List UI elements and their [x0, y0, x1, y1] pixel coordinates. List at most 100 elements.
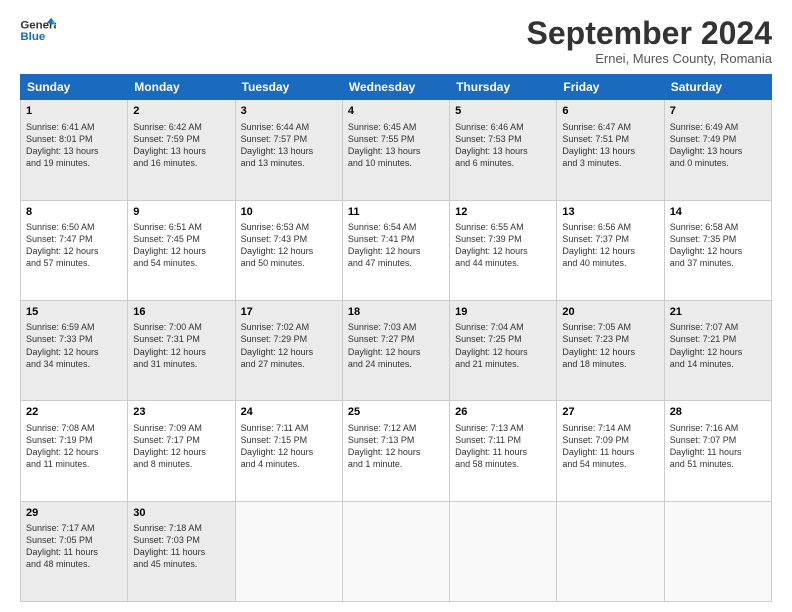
day-info: Sunrise: 7:05 AMSunset: 7:23 PMDaylight:…	[562, 321, 658, 370]
header: General Blue September 2024 Ernei, Mures…	[20, 16, 772, 66]
day-number: 20	[562, 305, 658, 320]
day-info: Sunrise: 6:49 AMSunset: 7:49 PMDaylight:…	[670, 121, 766, 170]
day-number: 14	[670, 205, 766, 220]
day-info: Sunrise: 7:02 AMSunset: 7:29 PMDaylight:…	[241, 321, 337, 370]
col-sunday: Sunday	[21, 75, 128, 100]
day-info: Sunrise: 6:54 AMSunset: 7:41 PMDaylight:…	[348, 221, 444, 270]
day-cell-1-5: 5Sunrise: 6:46 AMSunset: 7:53 PMDaylight…	[450, 100, 557, 200]
day-cell-2-3: 10Sunrise: 6:53 AMSunset: 7:43 PMDayligh…	[235, 200, 342, 300]
day-cell-1-1: 1Sunrise: 6:41 AMSunset: 8:01 PMDaylight…	[21, 100, 128, 200]
subtitle: Ernei, Mures County, Romania	[527, 51, 772, 66]
day-info: Sunrise: 7:04 AMSunset: 7:25 PMDaylight:…	[455, 321, 551, 370]
day-cell-3-6: 20Sunrise: 7:05 AMSunset: 7:23 PMDayligh…	[557, 300, 664, 400]
day-number: 27	[562, 405, 658, 420]
day-cell-3-1: 15Sunrise: 6:59 AMSunset: 7:33 PMDayligh…	[21, 300, 128, 400]
day-number: 17	[241, 305, 337, 320]
day-cell-4-6: 27 Sunrise: 7:14 AMSunset: 7:09 PMDayligh…	[557, 401, 664, 501]
day-cell-5-2: 30Sunrise: 7:18 AMSunset: 7:03 PMDayligh…	[128, 501, 235, 601]
page: General Blue September 2024 Ernei, Mures…	[0, 0, 792, 612]
day-cell-4-5: 26 Sunrise: 7:13 AMSunset: 7:11 PMDayligh…	[450, 401, 557, 501]
day-cell-2-5: 12Sunrise: 6:55 AMSunset: 7:39 PMDayligh…	[450, 200, 557, 300]
day-info: Sunrise: 6:51 AMSunset: 7:45 PMDaylight:…	[133, 221, 229, 270]
day-cell-5-1: 29Sunrise: 7:17 AMSunset: 7:05 PMDayligh…	[21, 501, 128, 601]
day-cell-2-4: 11Sunrise: 6:54 AMSunset: 7:41 PMDayligh…	[342, 200, 449, 300]
day-number: 2	[133, 104, 229, 119]
day-number: 7	[670, 104, 766, 119]
day-number: 16	[133, 305, 229, 320]
col-saturday: Saturday	[664, 75, 771, 100]
day-number: 21	[670, 305, 766, 320]
day-info: Sunrise: 6:42 AMSunset: 7:59 PMDaylight:…	[133, 121, 229, 170]
day-cell-1-7: 7 Sunrise: 6:49 AMSunset: 7:49 PMDaylight…	[664, 100, 771, 200]
day-info: Sunrise: 6:59 AMSunset: 7:33 PMDaylight:…	[26, 321, 122, 370]
day-cell-2-6: 13Sunrise: 6:56 AMSunset: 7:37 PMDayligh…	[557, 200, 664, 300]
day-number: 11	[348, 205, 444, 220]
week-row-1: 1Sunrise: 6:41 AMSunset: 8:01 PMDaylight…	[21, 100, 772, 200]
day-cell-3-2: 16Sunrise: 7:00 AMSunset: 7:31 PMDayligh…	[128, 300, 235, 400]
day-number: 4	[348, 104, 444, 119]
col-monday: Monday	[128, 75, 235, 100]
day-cell-5-6	[557, 501, 664, 601]
day-info: Sunrise: 6:50 AMSunset: 7:47 PMDaylight:…	[26, 221, 122, 270]
day-info: Sunrise: 7:18 AMSunset: 7:03 PMDaylight:…	[133, 522, 229, 571]
col-friday: Friday	[557, 75, 664, 100]
day-number: 24	[241, 405, 337, 420]
day-number: 9	[133, 205, 229, 220]
header-row: Sunday Monday Tuesday Wednesday Thursday…	[21, 75, 772, 100]
day-number: 3	[241, 104, 337, 119]
day-cell-4-3: 24 Sunrise: 7:11 AMSunset: 7:15 PMDayligh…	[235, 401, 342, 501]
day-info: Sunrise: 6:56 AMSunset: 7:37 PMDaylight:…	[562, 221, 658, 270]
day-info: Sunrise: 6:45 AMSunset: 7:55 PMDaylight:…	[348, 121, 444, 170]
col-thursday: Thursday	[450, 75, 557, 100]
calendar-table: Sunday Monday Tuesday Wednesday Thursday…	[20, 74, 772, 602]
day-info: Sunrise: 7:09 AMSunset: 7:17 PMDaylight:…	[133, 422, 229, 471]
logo-icon: General Blue	[20, 16, 56, 46]
day-number: 26	[455, 405, 551, 420]
calendar-header: Sunday Monday Tuesday Wednesday Thursday…	[21, 75, 772, 100]
day-cell-4-2: 23Sunrise: 7:09 AMSunset: 7:17 PMDayligh…	[128, 401, 235, 501]
day-number: 10	[241, 205, 337, 220]
week-row-4: 22 Sunrise: 7:08 AMSunset: 7:19 PMDayligh…	[21, 401, 772, 501]
day-number: 5	[455, 104, 551, 119]
calendar-body: 1Sunrise: 6:41 AMSunset: 8:01 PMDaylight…	[21, 100, 772, 602]
day-cell-5-4	[342, 501, 449, 601]
day-number: 25	[348, 405, 444, 420]
day-number: 22	[26, 405, 122, 420]
day-info: Sunrise: 6:41 AMSunset: 8:01 PMDaylight:…	[26, 121, 122, 170]
col-tuesday: Tuesday	[235, 75, 342, 100]
day-info: Sunrise: 6:53 AMSunset: 7:43 PMDaylight:…	[241, 221, 337, 270]
day-info: Sunrise: 6:44 AMSunset: 7:57 PMDaylight:…	[241, 121, 337, 170]
day-cell-2-2: 9Sunrise: 6:51 AMSunset: 7:45 PMDaylight…	[128, 200, 235, 300]
day-cell-5-5	[450, 501, 557, 601]
day-number: 19	[455, 305, 551, 320]
day-info: Sunrise: 7:14 AMSunset: 7:09 PMDaylight:…	[562, 422, 658, 471]
day-number: 15	[26, 305, 122, 320]
day-cell-4-1: 22 Sunrise: 7:08 AMSunset: 7:19 PMDayligh…	[21, 401, 128, 501]
day-cell-3-5: 19Sunrise: 7:04 AMSunset: 7:25 PMDayligh…	[450, 300, 557, 400]
day-cell-5-3	[235, 501, 342, 601]
week-row-2: 8Sunrise: 6:50 AMSunset: 7:47 PMDaylight…	[21, 200, 772, 300]
day-cell-2-7: 14Sunrise: 6:58 AMSunset: 7:35 PMDayligh…	[664, 200, 771, 300]
month-title: September 2024	[527, 16, 772, 51]
day-info: Sunrise: 7:17 AMSunset: 7:05 PMDaylight:…	[26, 522, 122, 571]
title-block: September 2024 Ernei, Mures County, Roma…	[527, 16, 772, 66]
day-cell-3-7: 21Sunrise: 7:07 AMSunset: 7:21 PMDayligh…	[664, 300, 771, 400]
day-info: Sunrise: 7:08 AMSunset: 7:19 PMDaylight:…	[26, 422, 122, 471]
day-info: Sunrise: 6:47 AMSunset: 7:51 PMDaylight:…	[562, 121, 658, 170]
day-info: Sunrise: 7:07 AMSunset: 7:21 PMDaylight:…	[670, 321, 766, 370]
day-number: 18	[348, 305, 444, 320]
day-info: Sunrise: 7:16 AMSunset: 7:07 PMDaylight:…	[670, 422, 766, 471]
day-cell-4-7: 28Sunrise: 7:16 AMSunset: 7:07 PMDayligh…	[664, 401, 771, 501]
day-cell-3-3: 17Sunrise: 7:02 AMSunset: 7:29 PMDayligh…	[235, 300, 342, 400]
day-info: Sunrise: 7:11 AMSunset: 7:15 PMDaylight:…	[241, 422, 337, 471]
day-info: Sunrise: 7:13 AMSunset: 7:11 PMDaylight:…	[455, 422, 551, 471]
day-cell-1-6: 6Sunrise: 6:47 AMSunset: 7:51 PMDaylight…	[557, 100, 664, 200]
week-row-5: 29Sunrise: 7:17 AMSunset: 7:05 PMDayligh…	[21, 501, 772, 601]
day-cell-1-2: 2 Sunrise: 6:42 AMSunset: 7:59 PMDaylight…	[128, 100, 235, 200]
day-info: Sunrise: 6:58 AMSunset: 7:35 PMDaylight:…	[670, 221, 766, 270]
day-info: Sunrise: 7:00 AMSunset: 7:31 PMDaylight:…	[133, 321, 229, 370]
day-cell-1-4: 4 Sunrise: 6:45 AMSunset: 7:55 PMDaylight…	[342, 100, 449, 200]
day-cell-4-4: 25Sunrise: 7:12 AMSunset: 7:13 PMDayligh…	[342, 401, 449, 501]
day-info: Sunrise: 7:03 AMSunset: 7:27 PMDaylight:…	[348, 321, 444, 370]
day-number: 30	[133, 506, 229, 521]
